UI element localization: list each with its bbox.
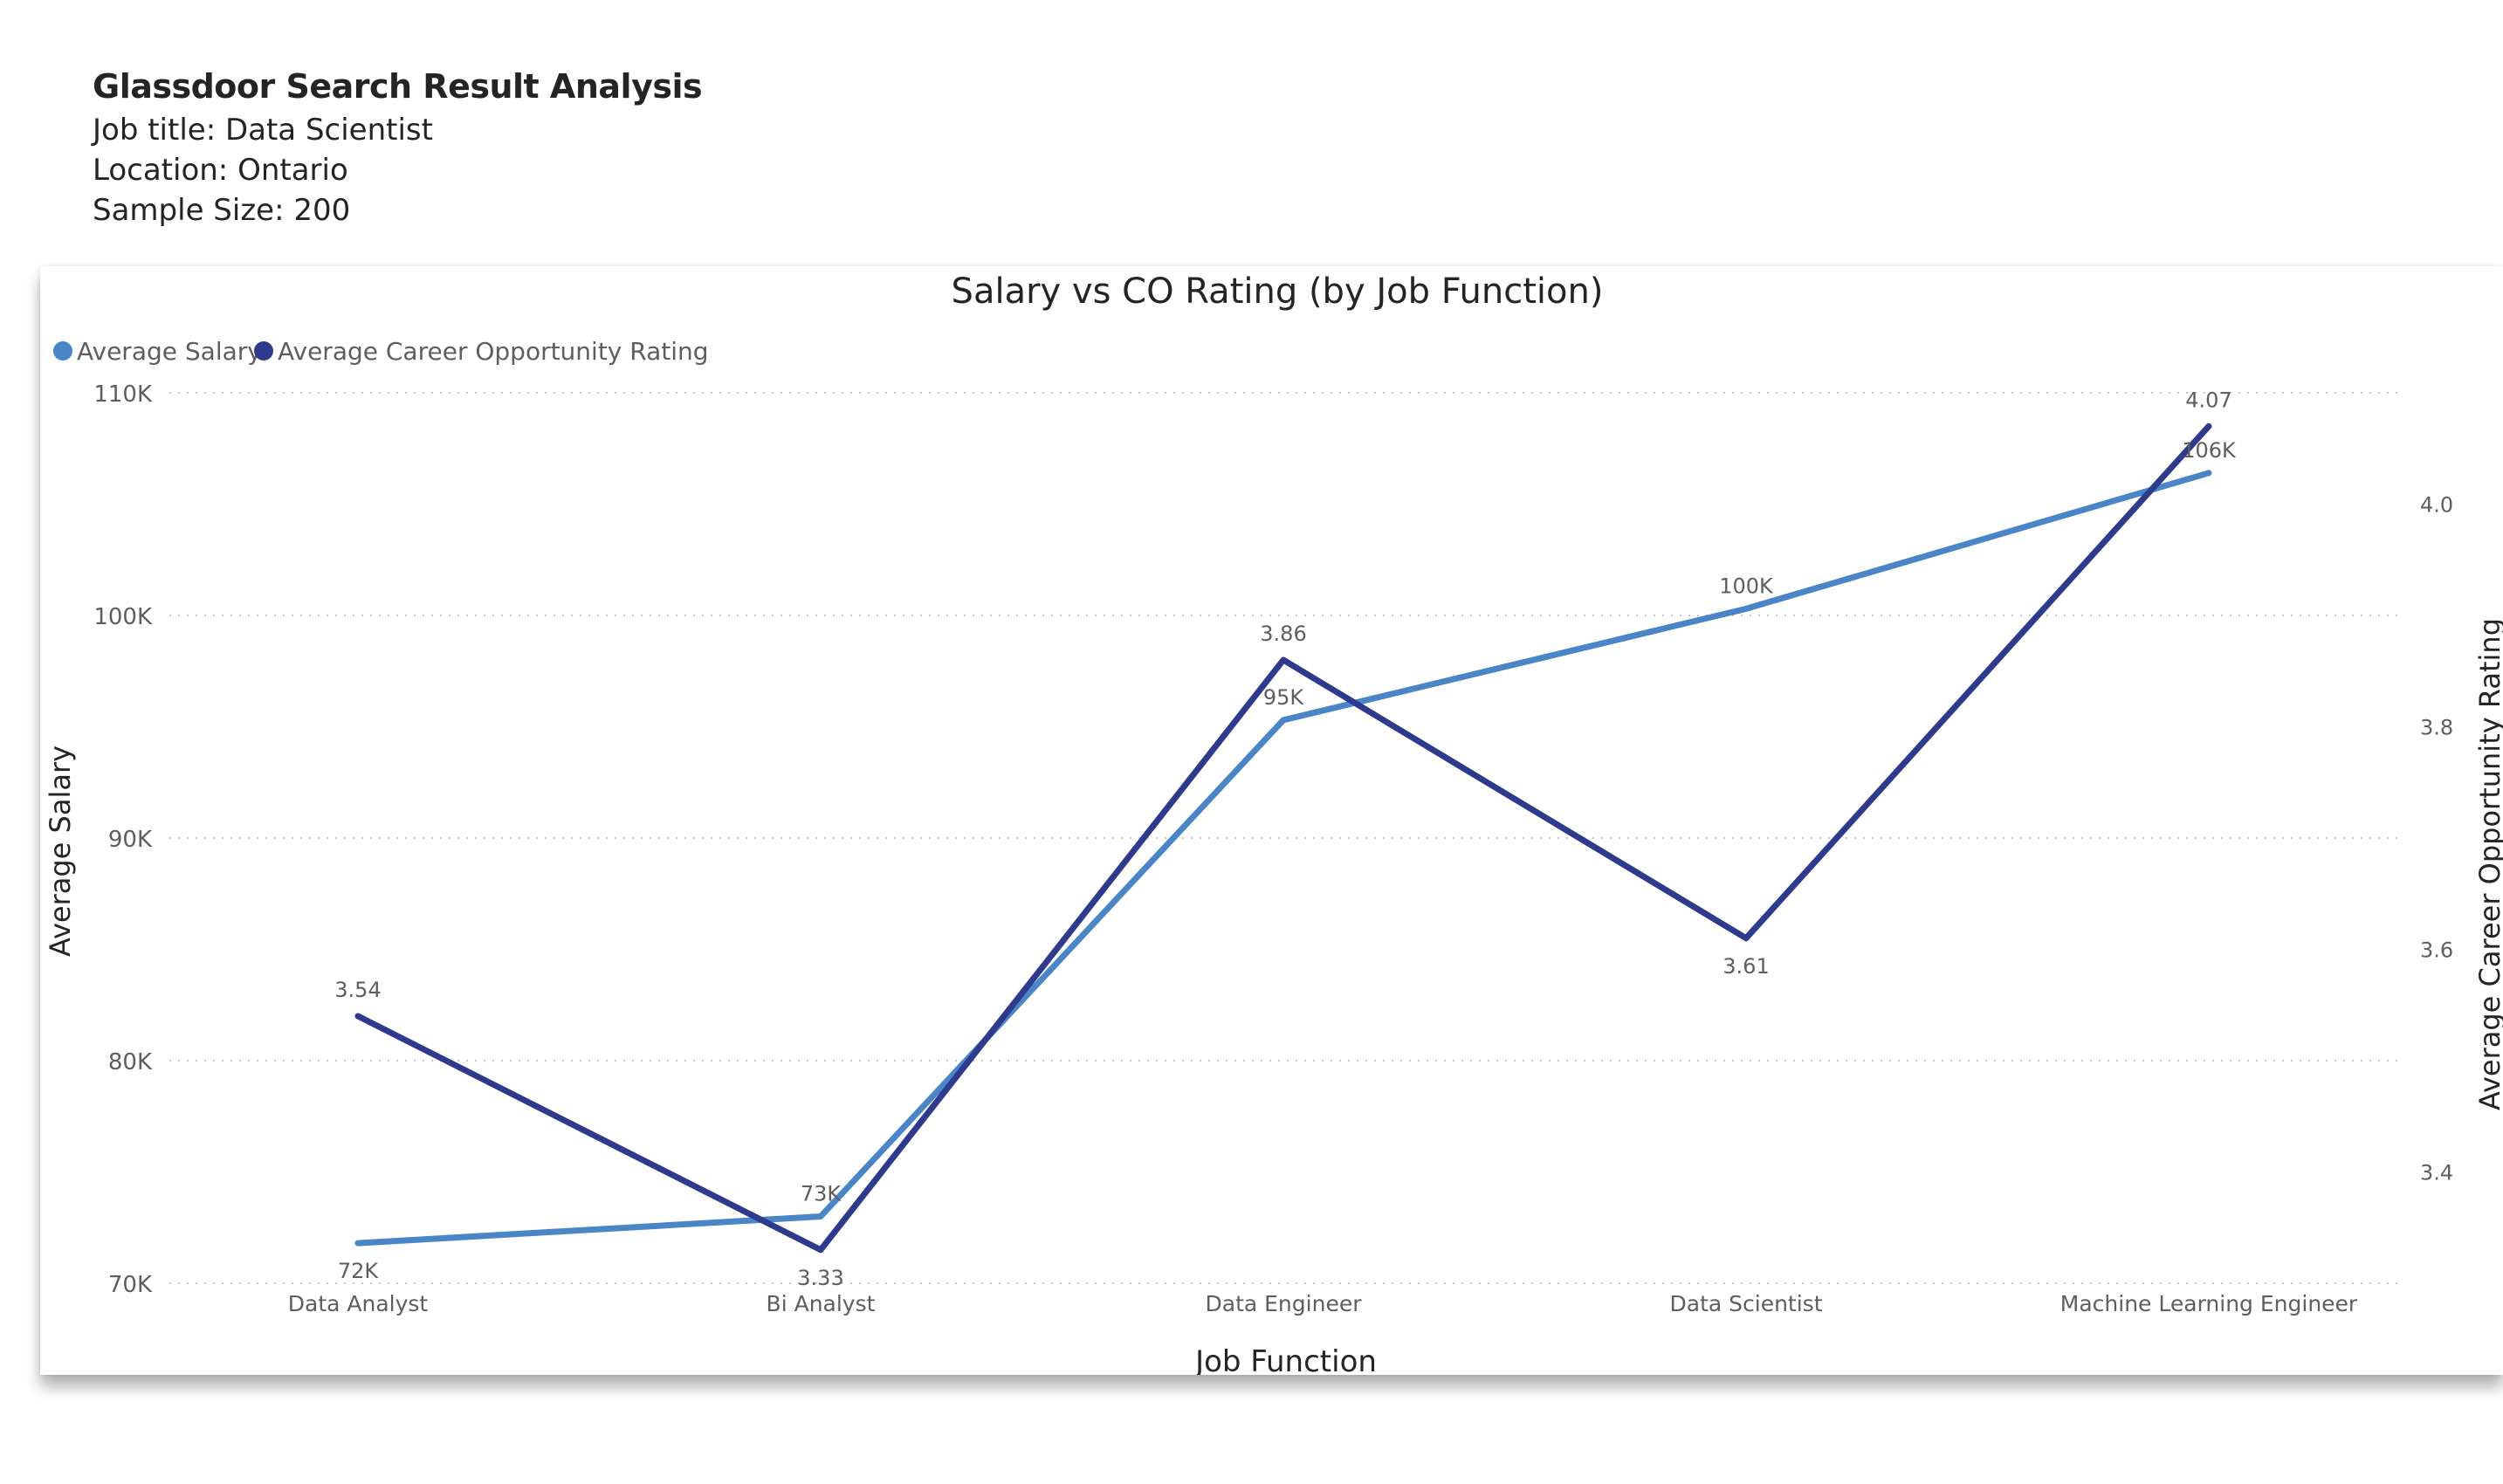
chart-svg: Salary vs CO Rating (by Job Function) Av… [44, 271, 2503, 1375]
series-line-average-salary [354, 470, 2212, 1247]
chart-legend[interactable]: Average Salary Average Career Opportunity… [53, 337, 709, 366]
x-axis-title: Job Function [1193, 1344, 1377, 1375]
location-text: Location: Ontario [93, 153, 348, 188]
data-label-average-salary: 100K [1719, 574, 1774, 598]
legend-label: Average Career Opportunity Rating [278, 337, 709, 366]
y-axis-title-right: Average Career Opportunity Rating [2473, 618, 2503, 1110]
y-axis-right: 3.4 3.6 3.8 4.0 [2420, 493, 2453, 1185]
legend-marker [254, 341, 273, 361]
y-tick-label-right: 4.0 [2420, 493, 2453, 518]
x-axis: Data Analyst Bi Analyst Data Engineer Data … [288, 1291, 2358, 1316]
y-tick-label-left: 80K [108, 1049, 153, 1075]
gridlines [169, 392, 2402, 1284]
data-label-career-opportunity-rating: 3.86 [1260, 622, 1306, 646]
series-layer [354, 423, 2212, 1254]
legend-marker [53, 341, 72, 361]
job-title-text: Job title: Data Scientist [93, 113, 433, 148]
x-tick-label: Data Engineer [1206, 1291, 1363, 1316]
y-tick-label-left: 90K [108, 827, 153, 853]
x-tick-label: Data Scientist [1670, 1291, 1823, 1316]
data-label-career-opportunity-rating: 3.33 [797, 1266, 843, 1290]
series-line-career-opportunity-rating [354, 423, 2212, 1254]
y-tick-label-left: 70K [108, 1272, 153, 1298]
chart-card[interactable]: Salary vs CO Rating (by Job Function) Av… [40, 266, 2503, 1375]
x-tick-label: Data Analyst [288, 1291, 429, 1316]
y-tick-label-right: 3.6 [2420, 938, 2453, 963]
data-label-average-salary: 95K [1263, 685, 1305, 710]
x-tick-label: Bi Analyst [767, 1291, 876, 1316]
y-tick-label-left: 100K [93, 604, 153, 630]
y-axis-left: 70K 80K 90K 100K 110K [93, 381, 153, 1298]
x-tick-label: Machine Learning Engineer [2060, 1291, 2358, 1316]
y-axis-title-left: Average Salary [44, 745, 77, 957]
y-tick-label-left: 110K [93, 381, 153, 408]
data-label-career-opportunity-rating: 3.61 [1723, 954, 1769, 979]
chart-title: Salary vs CO Rating (by Job Function) [952, 271, 1604, 312]
data-label-average-salary: 106K [2182, 438, 2237, 463]
legend-label: Average Salary [77, 337, 262, 366]
data-label-average-salary: 73K [801, 1182, 842, 1206]
data-label-average-salary: 72K [338, 1259, 380, 1283]
report-header: Glassdoor Search Result Analysis Job tit… [93, 63, 703, 230]
y-tick-label-right: 3.4 [2420, 1161, 2453, 1185]
y-tick-label-right: 3.8 [2420, 716, 2453, 740]
data-label-career-opportunity-rating: 4.07 [2185, 388, 2231, 412]
data-label-career-opportunity-rating: 3.54 [334, 978, 381, 1002]
report-title: Glassdoor Search Result Analysis [93, 67, 703, 106]
sample-size-text: Sample Size: 200 [93, 193, 351, 228]
